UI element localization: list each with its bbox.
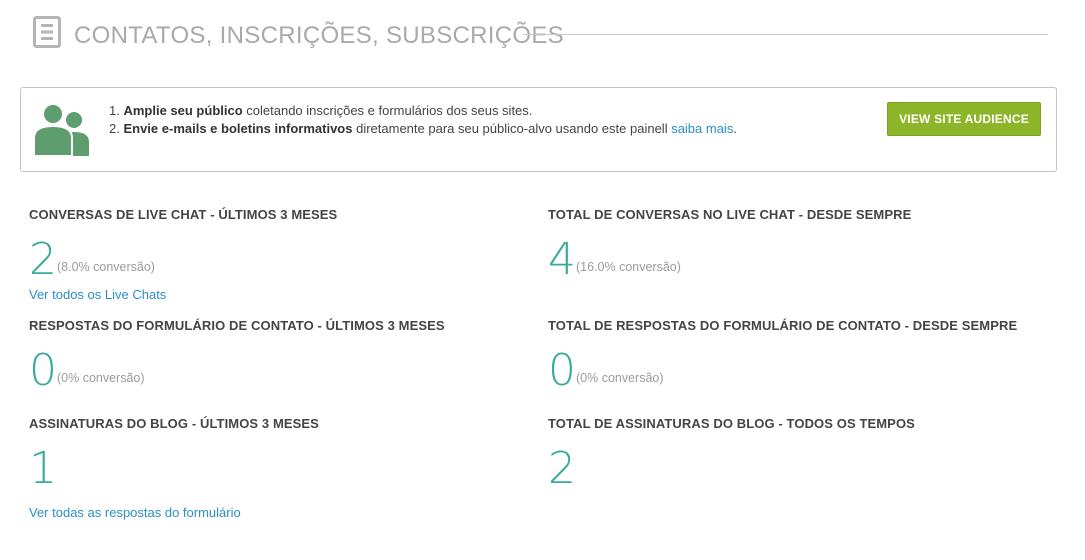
stat-value: 2 [29, 234, 57, 285]
users-icon [33, 103, 89, 156]
info-line-2-text: diretamente para seu público-alvo usando… [352, 121, 672, 136]
stat-blog-3-months: ASSINATURAS DO BLOG - ÚLTIMOS 3 MESES 1 … [29, 416, 529, 522]
stat-value: 0 [548, 345, 576, 396]
view-site-audience-button[interactable]: VIEW SITE AUDIENCE [887, 102, 1041, 136]
stat-blog-all-time: TOTAL DE ASSINATURAS DO BLOG - TODOS OS … [548, 416, 1048, 494]
stat-live-chat-3-months: CONVERSAS DE LIVE CHAT - ÚLTIMOS 3 MESES… [29, 207, 529, 304]
stat-title: TOTAL DE RESPOSTAS DO FORMULÁRIO DE CONT… [548, 318, 1018, 333]
info-line-2-number: 2. [109, 121, 120, 136]
info-line-1-text: coletando inscrições e formulários dos s… [242, 103, 533, 118]
stat-title: TOTAL DE CONVERSAS NO LIVE CHAT - DESDE … [548, 207, 912, 222]
stat-contact-form-3-months: RESPOSTAS DO FORMULÁRIO DE CONTATO - ÚLT… [29, 318, 529, 396]
stat-conversion: (16.0% conversão) [576, 260, 681, 274]
stat-conversion: (0% conversão) [57, 371, 145, 385]
info-line-1-number: 1. [109, 103, 120, 118]
view-all-form-responses-link[interactable]: Ver todas as respostas do formulário [29, 505, 241, 520]
info-line-1: 1. Amplie seu público coletando inscriçõ… [109, 102, 737, 120]
view-all-live-chats-link[interactable]: Ver todos os Live Chats [29, 287, 166, 302]
stat-title: RESPOSTAS DO FORMULÁRIO DE CONTATO - ÚLT… [29, 318, 445, 333]
stat-conversion: (0% conversão) [576, 371, 664, 385]
stat-value: 0 [29, 345, 57, 396]
stat-title: TOTAL DE ASSINATURAS DO BLOG - TODOS OS … [548, 416, 915, 431]
info-line-1-bold: Amplie seu público [123, 103, 243, 118]
page-header: CONTATOS, INSCRIÇÕES, SUBSCRIÇÕES [33, 14, 1048, 54]
header-divider [523, 34, 1048, 35]
stat-value: 4 [548, 234, 576, 285]
stat-value: 1 [29, 443, 57, 494]
info-text: 1. Amplie seu público coletando inscriçõ… [109, 102, 737, 138]
stat-title: ASSINATURAS DO BLOG - ÚLTIMOS 3 MESES [29, 416, 319, 431]
page-title: CONTATOS, INSCRIÇÕES, SUBSCRIÇÕES [74, 22, 564, 49]
stat-title: CONVERSAS DE LIVE CHAT - ÚLTIMOS 3 MESES [29, 207, 338, 222]
stat-contact-form-all-time: TOTAL DE RESPOSTAS DO FORMULÁRIO DE CONT… [548, 318, 1048, 396]
stat-live-chat-all-time: TOTAL DE CONVERSAS NO LIVE CHAT - DESDE … [548, 207, 1048, 285]
info-line-2: 2. Envie e-mails e boletins informativos… [109, 120, 737, 138]
audience-info-panel: 1. Amplie seu público coletando inscriçõ… [20, 87, 1057, 172]
learn-more-link[interactable]: saiba mais [671, 121, 733, 136]
document-icon [33, 16, 61, 48]
stat-conversion: (8.0% conversão) [57, 260, 155, 274]
info-line-2-bold: Envie e-mails e boletins informativos [123, 121, 353, 136]
info-line-2-end: . [733, 121, 737, 136]
stat-value: 2 [548, 443, 576, 494]
